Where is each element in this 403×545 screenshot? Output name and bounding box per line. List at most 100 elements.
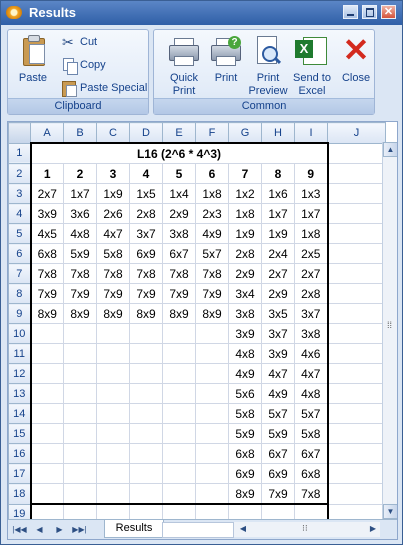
grid-cell[interactable]	[195, 323, 229, 344]
maximize-button[interactable]	[362, 5, 377, 19]
grid-cell[interactable]: 4x7	[294, 363, 329, 384]
grid-cell[interactable]	[327, 303, 386, 324]
grid-cell[interactable]	[327, 323, 386, 344]
grid-cell[interactable]	[162, 363, 196, 384]
column-header-A[interactable]: A	[30, 122, 64, 144]
grid-cell[interactable]: 6x8	[29, 243, 64, 264]
sheet-tab-results[interactable]: Results	[104, 520, 164, 538]
grid-cell[interactable]	[195, 423, 229, 444]
grid-cell[interactable]: 3x4	[228, 283, 262, 304]
grid-cell[interactable]	[129, 423, 163, 444]
grid-cell[interactable]	[96, 483, 130, 505]
grid-cell[interactable]: 7x9	[162, 283, 196, 304]
grid-cell[interactable]: 2x7	[29, 183, 64, 204]
grid-cell[interactable]	[63, 443, 97, 464]
grid-cell[interactable]	[96, 363, 130, 384]
first-sheet-icon[interactable]: |◀◀	[12, 523, 27, 536]
grid-cell[interactable]: 1x9	[96, 183, 130, 204]
grid-cell[interactable]	[63, 343, 97, 364]
previous-sheet-icon[interactable]: ◀	[32, 523, 47, 536]
column-header-B[interactable]: B	[63, 122, 97, 144]
grid-cell[interactable]: 2x3	[195, 203, 229, 224]
select-all-corner[interactable]	[8, 122, 31, 144]
row-header-16[interactable]: 16	[8, 443, 31, 464]
factor-header-cell[interactable]: 5	[162, 163, 196, 184]
grid-cell[interactable]	[327, 203, 386, 224]
scroll-grip-icon[interactable]: ⁞⁞	[387, 320, 392, 330]
grid-cell[interactable]	[327, 483, 386, 505]
row-header-14[interactable]: 14	[8, 403, 31, 424]
scroll-right-arrow-icon[interactable]: ▶	[366, 522, 380, 536]
factor-header-cell[interactable]: 7	[228, 163, 262, 184]
grid-cell[interactable]	[29, 463, 64, 484]
grid-cell[interactable]: 5x7	[261, 403, 295, 424]
grid-cell[interactable]	[63, 323, 97, 344]
grid-cell[interactable]	[29, 323, 64, 344]
grid-cell[interactable]	[327, 383, 386, 404]
scroll-grip-icon[interactable]: ⁝⁝	[302, 523, 308, 534]
grid-cell[interactable]: 6x7	[162, 243, 196, 264]
send-to-excel-button[interactable]: X Send to Excel	[290, 34, 334, 98]
grid-cell[interactable]	[195, 443, 229, 464]
next-sheet-icon[interactable]: ▶	[52, 523, 67, 536]
grid-cell[interactable]	[129, 363, 163, 384]
paste-button[interactable]: Paste	[12, 34, 54, 86]
grid-cell[interactable]	[96, 443, 130, 464]
scroll-up-arrow-icon[interactable]: ▲	[383, 142, 397, 157]
grid-cell[interactable]	[96, 463, 130, 484]
grid-cell[interactable]: 5x7	[195, 243, 229, 264]
grid-cell[interactable]	[96, 383, 130, 404]
spreadsheet-grid[interactable]: ABCDEFGHIJ 1 L16 (2^6 * 4^3) 2 1 2 3 4 5 6 7 8 9 3 2x…	[8, 122, 386, 525]
grid-cell[interactable]: 8x9	[29, 303, 64, 324]
row-header-12[interactable]: 12	[8, 363, 31, 384]
grid-cell[interactable]: 6x7	[261, 443, 295, 464]
grid-cell[interactable]: 2x7	[294, 263, 329, 284]
grid-cell[interactable]: 7x8	[129, 263, 163, 284]
grid-cell[interactable]: 1x8	[294, 223, 329, 244]
grid-cell[interactable]	[195, 343, 229, 364]
row-header-5[interactable]: 5	[8, 223, 31, 244]
grid-cell[interactable]: 7x8	[96, 263, 130, 284]
grid-cell[interactable]: 3x9	[261, 343, 295, 364]
grid-cell[interactable]	[96, 323, 130, 344]
grid-cell[interactable]	[129, 403, 163, 424]
vertical-scrollbar[interactable]: ▲ ⁞⁞ ▼	[382, 142, 397, 519]
grid-cell[interactable]	[29, 363, 64, 384]
grid-cell[interactable]: 4x8	[63, 223, 97, 244]
grid-cell[interactable]	[162, 443, 196, 464]
grid-cell[interactable]	[129, 463, 163, 484]
minimize-button[interactable]	[343, 5, 358, 19]
horizontal-scroll-thumb[interactable]	[162, 522, 234, 538]
grid-cell[interactable]	[327, 443, 386, 464]
grid-cell[interactable]: 7x9	[261, 483, 295, 505]
grid-cell[interactable]: 1x6	[261, 183, 295, 204]
grid-cell[interactable]: 2x4	[261, 243, 295, 264]
grid-cell[interactable]: 4x9	[261, 383, 295, 404]
factor-header-cell[interactable]: 3	[96, 163, 130, 184]
grid-cell[interactable]: 7x9	[29, 283, 64, 304]
grid-cell[interactable]: 1x3	[294, 183, 329, 204]
grid-cell[interactable]	[29, 383, 64, 404]
factor-header-cell[interactable]: 1	[29, 163, 64, 184]
row-header-13[interactable]: 13	[8, 383, 31, 404]
grid-cell[interactable]	[195, 403, 229, 424]
grid-cell[interactable]: 6x8	[228, 443, 262, 464]
grid-cell[interactable]	[63, 363, 97, 384]
grid-cell[interactable]: 6x9	[228, 463, 262, 484]
grid-cell[interactable]	[129, 323, 163, 344]
grid-cell[interactable]	[327, 142, 386, 164]
grid-cell[interactable]: 3x8	[162, 223, 196, 244]
scroll-down-arrow-icon[interactable]: ▼	[383, 504, 397, 519]
row-header-17[interactable]: 17	[8, 463, 31, 484]
copy-button[interactable]: Copy	[60, 57, 148, 75]
grid-cell[interactable]: 5x8	[96, 243, 130, 264]
grid-cell[interactable]	[327, 343, 386, 364]
column-header-G[interactable]: G	[228, 122, 262, 144]
row-header-1[interactable]: 1	[8, 142, 31, 164]
grid-cell[interactable]: 1x7	[294, 203, 329, 224]
grid-cell[interactable]	[162, 383, 196, 404]
grid-cell[interactable]: 7x9	[63, 283, 97, 304]
grid-cell[interactable]: 8x9	[162, 303, 196, 324]
grid-cell[interactable]	[129, 383, 163, 404]
grid-cell[interactable]	[162, 483, 196, 505]
